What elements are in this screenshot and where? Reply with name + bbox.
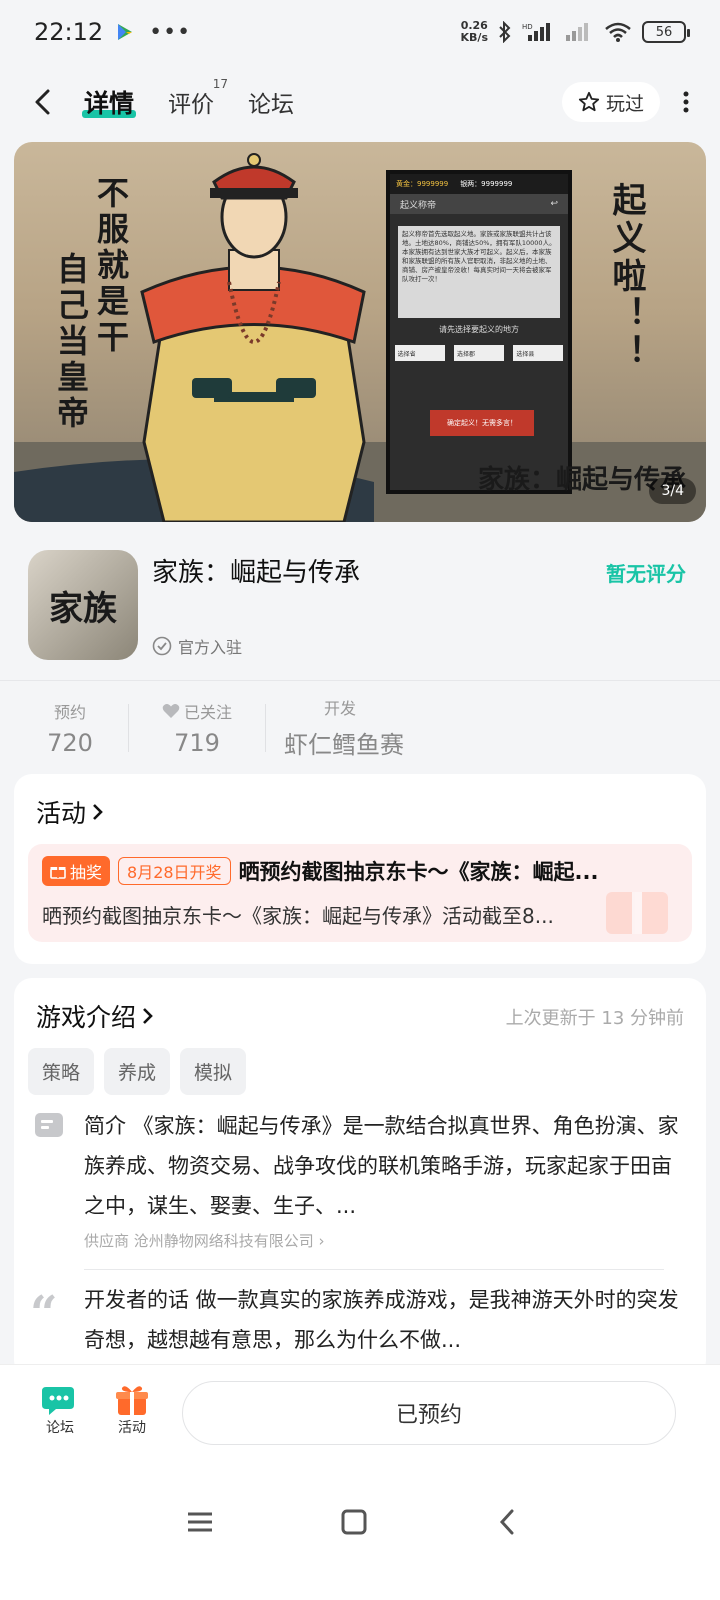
- battery-indicator: 56: [642, 21, 690, 43]
- bluetooth-icon: [499, 21, 511, 43]
- gift-icon: [50, 867, 66, 879]
- tag-item[interactable]: 策略: [28, 1048, 95, 1095]
- rating-label: 暂无评分: [606, 562, 686, 586]
- clock: 22:12: [34, 18, 104, 46]
- tab-reviews[interactable]: 评价 17: [168, 77, 228, 119]
- stat-divider: [265, 703, 266, 752]
- section-divider: [84, 1269, 664, 1270]
- more-options-icon[interactable]: [682, 91, 690, 113]
- signal-hd-icon: HD: [522, 23, 550, 41]
- reserved-button[interactable]: 已预约: [182, 1381, 676, 1445]
- gift-watermark-icon: [606, 892, 668, 934]
- app-icon: 家族: [28, 550, 138, 660]
- more-notifications-icon: •••: [149, 19, 192, 45]
- activity-headline: 晒预约截图抽京东卡～《家族：崛起...: [238, 860, 599, 884]
- activity-description: 晒预约截图抽京东卡～《家族：崛起与传承》活动截至8...: [42, 904, 554, 928]
- bottom-action-bar: 论坛 活动 已预约: [0, 1364, 720, 1464]
- net-speed: 0.26 KB/s: [460, 19, 488, 44]
- document-icon: [35, 1113, 63, 1137]
- play-store-icon: [118, 24, 133, 40]
- game-ui-preview: 黄金：9999999 银两：9999999 起义称帝 ↩ 起义称帝首先选取起义地…: [386, 170, 572, 494]
- check-circle-icon: [152, 636, 172, 656]
- activity-section-title[interactable]: 活动: [36, 794, 104, 830]
- signal-weak-icon: [566, 23, 588, 41]
- forum-chat-icon: [42, 1387, 74, 1415]
- game-intro-card: 游戏介绍 上次更新于 13 分钟前 策略 养成 模拟 简介 《家族：崛起与传承》…: [14, 978, 706, 1378]
- lottery-badge: 抽奖: [42, 856, 111, 886]
- back-arrow-icon[interactable]: [30, 88, 58, 116]
- supplier-link[interactable]: 供应商 沧州静物网络科技有限公司 ›: [84, 1230, 692, 1251]
- reviews-count: 17: [212, 77, 229, 91]
- activity-item[interactable]: 抽奖 8月28日开奖 晒预约截图抽京东卡～《家族：崛起... 晒预约截图抽京东卡…: [28, 844, 692, 942]
- quote-icon: “: [30, 1286, 58, 1342]
- stat-reservations: 预约 720: [47, 702, 93, 757]
- menu-icon[interactable]: [186, 1508, 214, 1536]
- system-navigation-bar: [0, 1464, 720, 1600]
- home-square-icon[interactable]: [340, 1508, 368, 1536]
- intro-summary: 简介 《家族：崛起与传承》是一款结合拟真世界、角色扮演、家族养成、物资交易、战争…: [84, 1114, 679, 1218]
- gift-box-icon: [116, 1386, 148, 1415]
- heart-icon: [162, 703, 180, 718]
- banner-slogan-3: 起义啦！！: [606, 182, 646, 372]
- tag-list: 策略 养成 模拟: [28, 1048, 247, 1095]
- stat-followers[interactable]: 已关注 719: [147, 699, 247, 757]
- intro-section-title[interactable]: 游戏介绍: [36, 998, 154, 1034]
- developer-words: 开发者的话 做一款真实的家族养成游戏，是我神游天外时的突发奇想，越想越有意思，那…: [84, 1288, 679, 1352]
- tag-item[interactable]: 养成: [104, 1048, 171, 1095]
- last-updated: 上次更新于 13 分钟前: [505, 1008, 684, 1029]
- star-icon: [578, 91, 600, 112]
- back-triangle-icon[interactable]: [494, 1508, 522, 1536]
- top-navigation: 详情 评价 17 论坛 玩过: [0, 70, 720, 134]
- tab-details[interactable]: 详情: [82, 84, 137, 120]
- draw-date-badge: 8月28日开奖: [118, 857, 231, 885]
- tab-forum[interactable]: 论坛: [248, 85, 294, 119]
- chevron-right-icon: [143, 1008, 153, 1024]
- intro-body[interactable]: 简介 《家族：崛起与传承》是一款结合拟真世界、角色扮演、家族养成、物资交易、战争…: [28, 1106, 692, 1360]
- forum-shortcut[interactable]: 论坛: [30, 1383, 90, 1437]
- status-bar: 22:12 ••• 0.26 KB/s HD 56: [0, 0, 720, 64]
- official-badge: 官方入驻: [152, 634, 242, 658]
- banner-slogan-1: 不服就是干: [92, 176, 130, 356]
- svg-text:HD: HD: [522, 23, 533, 31]
- activity-card: 活动 抽奖 8月28日开奖 晒预约截图抽京东卡～《家族：崛起... 晒预约截图抽…: [14, 774, 706, 964]
- undo-arrow-icon: ↩: [550, 199, 558, 209]
- carousel-counter: 3/4: [649, 478, 696, 504]
- banner-slogan-2: 自己当皇帝: [52, 252, 90, 432]
- stat-divider: [128, 703, 129, 752]
- stat-developer[interactable]: 开发 虾仁鳕鱼赛: [284, 695, 404, 760]
- activity-shortcut[interactable]: 活动: [102, 1383, 162, 1437]
- tag-item[interactable]: 模拟: [180, 1048, 247, 1095]
- wifi-icon: [605, 22, 631, 42]
- screenshot-carousel[interactable]: 不服就是干 自己当皇帝 起义啦！！ 黄金：9999999 银两：9999999 …: [14, 142, 706, 522]
- chevron-right-icon: [93, 804, 103, 820]
- app-title: 家族：崛起与传承: [152, 558, 361, 588]
- played-button[interactable]: 玩过: [561, 82, 660, 122]
- stats-row: 预约 720 已关注 719 开发 虾仁鳕鱼赛: [0, 680, 720, 774]
- app-header: 家族 家族：崛起与传承 官方入驻 暂无评分: [0, 534, 720, 678]
